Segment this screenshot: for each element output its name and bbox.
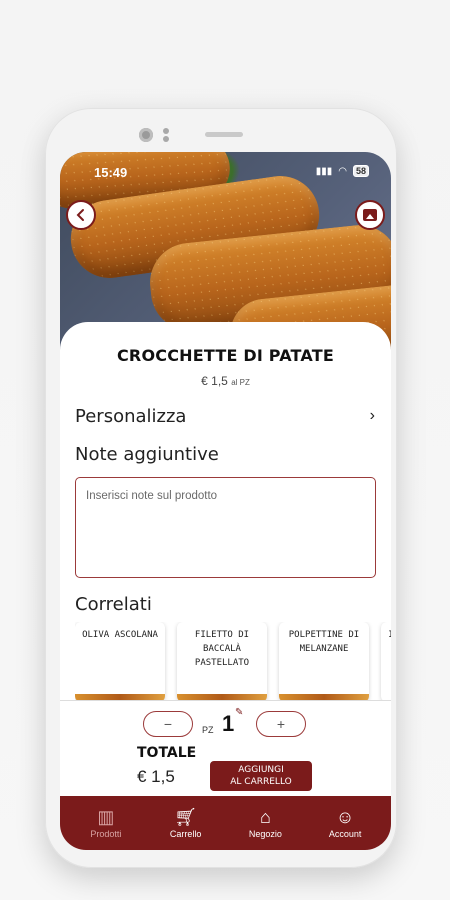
personalizza-row[interactable]: Personalizza › <box>75 404 375 428</box>
tab-negozio[interactable]: ⌂ Negozio <box>230 807 300 839</box>
product-price: € 1,5 al PZ <box>60 374 391 388</box>
camera-icon <box>139 128 153 142</box>
app-screen: 15:49 ▮▮▮ ◠ 58 CROCCHETTE DI PATATE € 1,… <box>60 152 391 850</box>
tab-label: Carrello <box>169 829 202 839</box>
quantity-decrease-button[interactable]: − <box>143 711 193 737</box>
total-label: TOTALE <box>137 745 197 761</box>
quantity-increase-button[interactable]: + <box>256 711 306 737</box>
cart-icon: 🛒︎ <box>174 807 198 827</box>
battery-icon: 58 <box>352 165 369 177</box>
products-icon: ▥ <box>97 807 115 827</box>
price-unit: al PZ <box>231 378 250 387</box>
related-card-name: FILETTO DI BACCALÀ PASTELLATO <box>194 630 250 668</box>
total-value: € 1,5 <box>137 767 175 786</box>
image-icon <box>363 209 377 221</box>
related-card[interactable]: POLPETTINE DI MELANZANE <box>279 622 369 702</box>
add-to-cart-button[interactable]: AGGIUNGI AL CARRELLO <box>210 761 312 791</box>
status-bar: 15:49 ▮▮▮ ◠ 58 <box>60 152 391 190</box>
price-value: € 1,5 <box>201 374 228 388</box>
store-icon: ⌂ <box>259 807 271 827</box>
product-sheet: CROCCHETTE DI PATATE € 1,5 al PZ Persona… <box>60 322 391 702</box>
personalizza-label: Personalizza <box>75 405 187 427</box>
product-title: CROCCHETTE DI PATATE <box>116 346 335 365</box>
notes-input[interactable] <box>86 490 365 565</box>
tab-label: Account <box>328 829 362 839</box>
related-card-name: I <box>388 630 391 640</box>
related-carousel[interactable]: OLIVA ASCOLANA FILETTO DI BACCALÀ PASTEL… <box>75 622 391 702</box>
add-to-cart-label-line2: AL CARRELLO <box>230 777 292 787</box>
tab-label: Prodotti <box>90 829 122 839</box>
tab-label: Negozio <box>248 829 282 839</box>
chevron-left-icon <box>76 209 84 221</box>
bottom-nav: ▥ Prodotti 🛒︎ Carrello ⌂ Negozio ☺ Accou… <box>60 796 391 850</box>
notes-field-box <box>75 477 376 578</box>
chevron-right-icon: › <box>369 407 375 424</box>
related-card-name: OLIVA ASCOLANA <box>82 630 158 640</box>
related-card-name: POLPETTINE DI MELANZANE <box>288 630 360 654</box>
back-button[interactable] <box>66 200 96 230</box>
related-title: Correlati <box>75 594 152 615</box>
status-icons: ▮▮▮ ◠ 58 <box>316 165 369 177</box>
related-card[interactable]: OLIVA ASCOLANA <box>75 622 165 702</box>
tab-account[interactable]: ☺ Account <box>310 807 380 839</box>
quantity-value: 1 <box>222 711 235 736</box>
tab-carrello[interactable]: 🛒︎ Carrello <box>151 807 221 839</box>
quantity-unit: PZ <box>202 725 214 735</box>
wifi-icon: ◠ <box>338 165 347 177</box>
account-icon: ☺ <box>335 807 355 827</box>
add-to-cart-label-line1: AGGIUNGI <box>238 765 284 775</box>
cart-footer: − PZ 1 ✎ + TOTALE € 1,5 AGGIUNGI AL CARR… <box>60 700 391 795</box>
sensor-icon <box>163 128 169 142</box>
notes-title: Note aggiuntive <box>75 444 219 465</box>
status-time: 15:49 <box>94 165 128 180</box>
speaker-grille <box>205 132 243 137</box>
edit-icon[interactable]: ✎ <box>235 707 243 718</box>
gallery-button[interactable] <box>355 200 385 230</box>
signal-icon: ▮▮▮ <box>315 165 333 177</box>
related-card[interactable]: I <box>381 622 391 702</box>
tab-prodotti[interactable]: ▥ Prodotti <box>71 807 141 839</box>
related-card[interactable]: FILETTO DI BACCALÀ PASTELLATO <box>177 622 267 702</box>
